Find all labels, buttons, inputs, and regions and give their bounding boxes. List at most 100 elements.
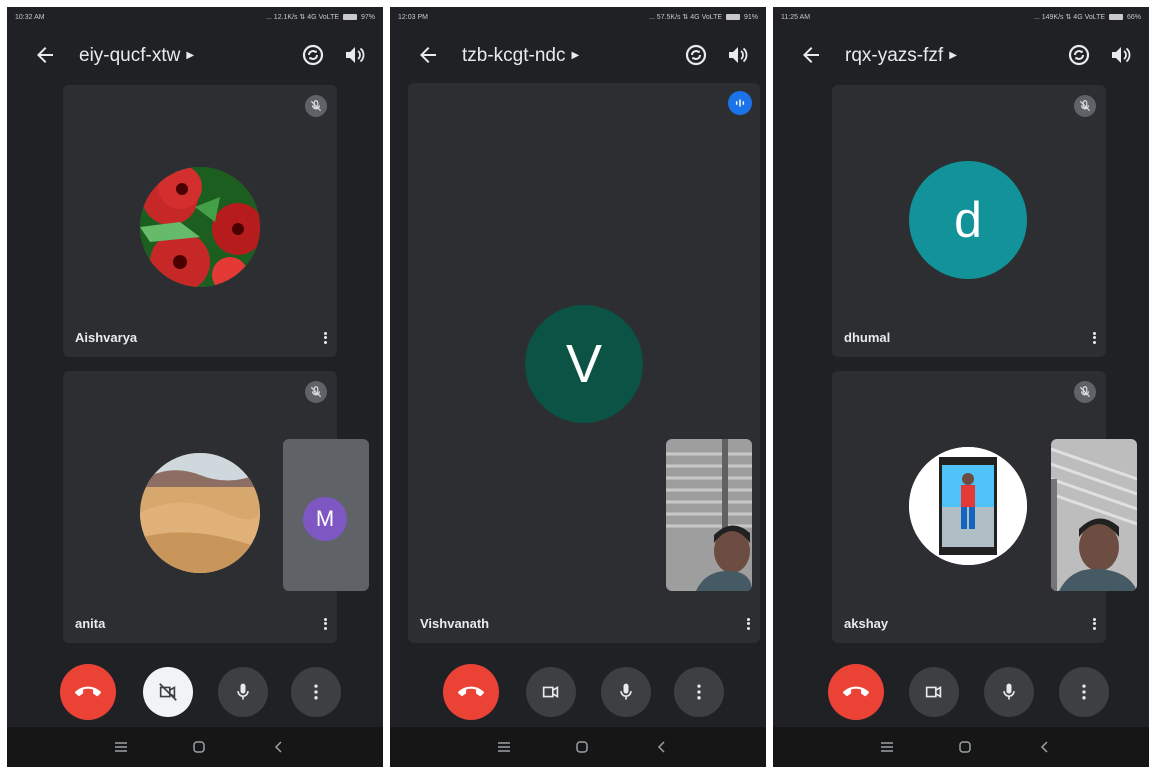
participant-tile[interactable]: d dhumal: [832, 85, 1106, 357]
meeting-code-button[interactable]: eiy-qucf-xtw ▶: [79, 45, 194, 67]
phone-screen-3: 11:25 AM ... 149K/s ⇅ 4G VoLTE 66% rqx-y…: [773, 7, 1149, 767]
self-view-tile[interactable]: [666, 439, 752, 591]
switch-camera-icon[interactable]: [301, 43, 325, 67]
status-indicators: ... 12.1K/s ⇅ 4G VoLTE 97%: [266, 13, 375, 21]
more-button[interactable]: [291, 667, 341, 717]
camera-icon: [925, 685, 942, 699]
phone-screen-2: 12:03 PM ... 57.5K/s ⇅ 4G VoLTE 91% tzb-…: [390, 7, 766, 767]
end-call-button[interactable]: [828, 664, 884, 720]
meeting-code-button[interactable]: tzb-kcgt-ndc ▶: [462, 45, 579, 67]
back-nav-icon[interactable]: [271, 739, 287, 755]
battery-icon: [343, 14, 358, 21]
caret-right-icon: ▶: [571, 50, 580, 62]
switch-camera-icon[interactable]: [1067, 43, 1091, 67]
status-time: 11:25 AM: [781, 13, 811, 21]
self-camera-photo: [1051, 439, 1137, 591]
back-arrow-icon[interactable]: [33, 43, 57, 67]
mic-muted-icon: [1074, 381, 1096, 403]
participant-tile[interactable]: Aishvarya: [63, 85, 337, 357]
participant-name: dhumal: [844, 330, 891, 345]
back-arrow-icon[interactable]: [799, 43, 823, 67]
desert-photo: [140, 453, 260, 573]
meeting-code: eiy-qucf-xtw: [79, 45, 181, 66]
system-nav-bar: [7, 727, 383, 767]
participant-avatar: [140, 167, 260, 287]
participant-name: Aishvarya: [75, 330, 138, 345]
home-icon[interactable]: [191, 739, 207, 755]
speaker-icon[interactable]: [726, 43, 750, 67]
end-call-button[interactable]: [60, 664, 116, 720]
more-options-icon[interactable]: [1090, 616, 1098, 632]
participant-initial: V: [565, 334, 603, 394]
hang-up-icon: [458, 686, 484, 697]
mic-icon: [237, 683, 249, 700]
mic-muted-icon: [1074, 95, 1096, 117]
network-info: ... 57.5K/s ⇅ 4G VoLTE: [649, 14, 723, 21]
speaker-icon[interactable]: [343, 43, 367, 67]
participant-avatar: V: [525, 305, 643, 423]
status-time: 12:03 PM: [398, 13, 428, 21]
system-nav-bar: [390, 727, 766, 767]
more-options-icon[interactable]: [744, 616, 752, 632]
home-icon[interactable]: [957, 739, 973, 755]
camera-off-icon: [159, 683, 177, 701]
self-camera-photo: [666, 439, 752, 591]
recents-icon[interactable]: [879, 739, 895, 755]
flower-photo: [140, 167, 260, 287]
switch-camera-icon[interactable]: [684, 43, 708, 67]
mic-icon: [620, 683, 632, 700]
meeting-code-button[interactable]: rqx-yazs-fzf ▶: [845, 45, 957, 67]
more-vert-icon: [314, 684, 318, 700]
app-bar: eiy-qucf-xtw ▶: [7, 35, 383, 75]
participant-name: anita: [75, 616, 106, 631]
more-vert-icon: [1082, 684, 1086, 700]
call-controls: [773, 662, 1149, 722]
system-nav-bar: [773, 727, 1149, 767]
back-arrow-icon[interactable]: [416, 43, 440, 67]
mic-button[interactable]: [984, 667, 1034, 717]
network-info: ... 12.1K/s ⇅ 4G VoLTE: [266, 14, 340, 21]
app-bar: rqx-yazs-fzf ▶: [773, 35, 1149, 75]
back-nav-icon[interactable]: [654, 739, 670, 755]
phone-screen-1: 10:32 AM ... 12.1K/s ⇅ 4G VoLTE 97% eiy-…: [7, 7, 383, 767]
recents-icon[interactable]: [496, 739, 512, 755]
status-bar: 12:03 PM ... 57.5K/s ⇅ 4G VoLTE 91%: [390, 7, 766, 27]
self-avatar: M: [303, 497, 347, 541]
end-call-button[interactable]: [443, 664, 499, 720]
mic-button[interactable]: [601, 667, 651, 717]
caret-right-icon: ▶: [949, 50, 957, 62]
status-indicators: ... 57.5K/s ⇅ 4G VoLTE 91%: [649, 13, 758, 21]
camera-toggle-button[interactable]: [909, 667, 959, 717]
status-bar: 10:32 AM ... 12.1K/s ⇅ 4G VoLTE 97%: [7, 7, 383, 27]
app-bar: tzb-kcgt-ndc ▶: [390, 35, 766, 75]
more-options-icon[interactable]: [321, 616, 329, 632]
caret-right-icon: ▶: [186, 50, 195, 62]
hang-up-icon: [75, 686, 101, 697]
battery-level: 91%: [743, 14, 758, 21]
camera-toggle-button[interactable]: [526, 667, 576, 717]
battery-level: 66%: [1126, 14, 1141, 21]
camera-toggle-button[interactable]: [143, 667, 193, 717]
hang-up-icon: [843, 686, 869, 697]
participant-name: Vishvanath: [420, 616, 490, 631]
back-nav-icon[interactable]: [1037, 739, 1053, 755]
more-options-icon[interactable]: [1090, 330, 1098, 346]
battery-icon: [1109, 14, 1124, 21]
recents-icon[interactable]: [113, 739, 129, 755]
more-options-icon[interactable]: [321, 330, 329, 346]
more-button[interactable]: [674, 667, 724, 717]
participant-name: akshay: [844, 616, 889, 631]
self-view-tile[interactable]: M: [283, 439, 369, 591]
more-button[interactable]: [1059, 667, 1109, 717]
meeting-code: rqx-yazs-fzf: [845, 45, 944, 66]
speaker-icon[interactable]: [1109, 43, 1133, 67]
participant-avatar: d: [909, 161, 1027, 279]
home-icon[interactable]: [574, 739, 590, 755]
speaking-indicator-icon: [728, 91, 752, 115]
mic-muted-icon: [305, 381, 327, 403]
camera-icon: [542, 685, 559, 699]
call-controls: [7, 662, 383, 722]
self-initial: M: [315, 506, 335, 531]
mic-button[interactable]: [218, 667, 268, 717]
self-view-tile[interactable]: [1051, 439, 1137, 591]
